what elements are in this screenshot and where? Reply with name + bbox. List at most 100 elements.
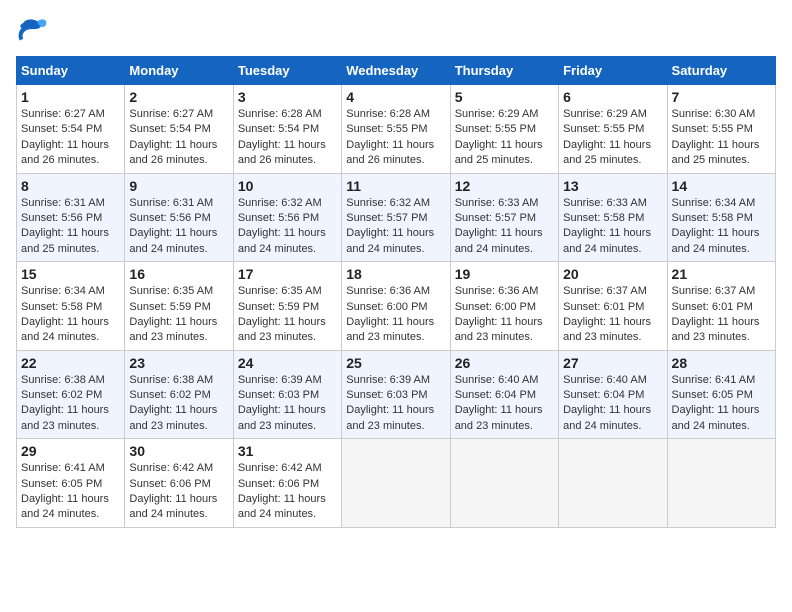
calendar-cell: 17 Sunrise: 6:35 AM Sunset: 5:59 PM Dayl… <box>233 262 341 351</box>
calendar-cell: 20 Sunrise: 6:37 AM Sunset: 6:01 PM Dayl… <box>559 262 667 351</box>
day-info: Sunrise: 6:41 AM Sunset: 6:05 PM Dayligh… <box>21 461 120 523</box>
calendar-cell: 14 Sunrise: 6:34 AM Sunset: 5:58 PM Dayl… <box>667 173 775 262</box>
day-info: Sunrise: 6:39 AM Sunset: 6:03 PM Dayligh… <box>238 373 337 435</box>
day-number: 28 <box>672 355 771 371</box>
day-info: Sunrise: 6:36 AM Sunset: 6:00 PM Dayligh… <box>346 284 445 346</box>
calendar-header-row: SundayMondayTuesdayWednesdayThursdayFrid… <box>17 57 776 85</box>
day-info: Sunrise: 6:37 AM Sunset: 6:01 PM Dayligh… <box>672 284 771 346</box>
day-number: 11 <box>346 178 445 194</box>
day-info: Sunrise: 6:40 AM Sunset: 6:04 PM Dayligh… <box>455 373 554 435</box>
day-header-monday: Monday <box>125 57 233 85</box>
day-number: 6 <box>563 89 662 105</box>
day-info: Sunrise: 6:36 AM Sunset: 6:00 PM Dayligh… <box>455 284 554 346</box>
day-number: 18 <box>346 266 445 282</box>
calendar-cell: 21 Sunrise: 6:37 AM Sunset: 6:01 PM Dayl… <box>667 262 775 351</box>
day-number: 9 <box>129 178 228 194</box>
day-number: 13 <box>563 178 662 194</box>
calendar-cell: 23 Sunrise: 6:38 AM Sunset: 6:02 PM Dayl… <box>125 350 233 439</box>
day-number: 2 <box>129 89 228 105</box>
calendar-cell: 8 Sunrise: 6:31 AM Sunset: 5:56 PM Dayli… <box>17 173 125 262</box>
day-number: 22 <box>21 355 120 371</box>
day-info: Sunrise: 6:42 AM Sunset: 6:06 PM Dayligh… <box>238 461 337 523</box>
calendar-cell: 10 Sunrise: 6:32 AM Sunset: 5:56 PM Dayl… <box>233 173 341 262</box>
day-number: 29 <box>21 443 120 459</box>
calendar-cell: 2 Sunrise: 6:27 AM Sunset: 5:54 PM Dayli… <box>125 85 233 174</box>
day-number: 19 <box>455 266 554 282</box>
day-number: 3 <box>238 89 337 105</box>
day-info: Sunrise: 6:27 AM Sunset: 5:54 PM Dayligh… <box>21 107 120 169</box>
day-info: Sunrise: 6:39 AM Sunset: 6:03 PM Dayligh… <box>346 373 445 435</box>
calendar-cell <box>667 439 775 528</box>
day-number: 12 <box>455 178 554 194</box>
calendar-cell <box>559 439 667 528</box>
calendar-cell: 29 Sunrise: 6:41 AM Sunset: 6:05 PM Dayl… <box>17 439 125 528</box>
day-info: Sunrise: 6:33 AM Sunset: 5:57 PM Dayligh… <box>455 196 554 258</box>
calendar-cell: 5 Sunrise: 6:29 AM Sunset: 5:55 PM Dayli… <box>450 85 558 174</box>
calendar-cell: 3 Sunrise: 6:28 AM Sunset: 5:54 PM Dayli… <box>233 85 341 174</box>
calendar-cell: 22 Sunrise: 6:38 AM Sunset: 6:02 PM Dayl… <box>17 350 125 439</box>
day-number: 10 <box>238 178 337 194</box>
calendar-cell: 31 Sunrise: 6:42 AM Sunset: 6:06 PM Dayl… <box>233 439 341 528</box>
day-info: Sunrise: 6:34 AM Sunset: 5:58 PM Dayligh… <box>21 284 120 346</box>
day-info: Sunrise: 6:35 AM Sunset: 5:59 PM Dayligh… <box>238 284 337 346</box>
calendar-cell: 7 Sunrise: 6:30 AM Sunset: 5:55 PM Dayli… <box>667 85 775 174</box>
day-info: Sunrise: 6:29 AM Sunset: 5:55 PM Dayligh… <box>455 107 554 169</box>
calendar-cell: 18 Sunrise: 6:36 AM Sunset: 6:00 PM Dayl… <box>342 262 450 351</box>
calendar-cell: 13 Sunrise: 6:33 AM Sunset: 5:58 PM Dayl… <box>559 173 667 262</box>
calendar-cell: 15 Sunrise: 6:34 AM Sunset: 5:58 PM Dayl… <box>17 262 125 351</box>
calendar-week-2: 8 Sunrise: 6:31 AM Sunset: 5:56 PM Dayli… <box>17 173 776 262</box>
day-header-saturday: Saturday <box>667 57 775 85</box>
day-number: 26 <box>455 355 554 371</box>
day-info: Sunrise: 6:28 AM Sunset: 5:54 PM Dayligh… <box>238 107 337 169</box>
day-number: 27 <box>563 355 662 371</box>
day-info: Sunrise: 6:32 AM Sunset: 5:56 PM Dayligh… <box>238 196 337 258</box>
day-info: Sunrise: 6:38 AM Sunset: 6:02 PM Dayligh… <box>129 373 228 435</box>
day-number: 20 <box>563 266 662 282</box>
day-info: Sunrise: 6:30 AM Sunset: 5:55 PM Dayligh… <box>672 107 771 169</box>
calendar-week-4: 22 Sunrise: 6:38 AM Sunset: 6:02 PM Dayl… <box>17 350 776 439</box>
calendar-body: 1 Sunrise: 6:27 AM Sunset: 5:54 PM Dayli… <box>17 85 776 528</box>
day-number: 21 <box>672 266 771 282</box>
day-info: Sunrise: 6:31 AM Sunset: 5:56 PM Dayligh… <box>21 196 120 258</box>
day-info: Sunrise: 6:27 AM Sunset: 5:54 PM Dayligh… <box>129 107 228 169</box>
day-number: 5 <box>455 89 554 105</box>
day-info: Sunrise: 6:34 AM Sunset: 5:58 PM Dayligh… <box>672 196 771 258</box>
calendar-cell <box>450 439 558 528</box>
day-info: Sunrise: 6:42 AM Sunset: 6:06 PM Dayligh… <box>129 461 228 523</box>
day-info: Sunrise: 6:41 AM Sunset: 6:05 PM Dayligh… <box>672 373 771 435</box>
calendar-cell: 30 Sunrise: 6:42 AM Sunset: 6:06 PM Dayl… <box>125 439 233 528</box>
day-header-wednesday: Wednesday <box>342 57 450 85</box>
day-number: 15 <box>21 266 120 282</box>
day-info: Sunrise: 6:38 AM Sunset: 6:02 PM Dayligh… <box>21 373 120 435</box>
calendar-cell: 16 Sunrise: 6:35 AM Sunset: 5:59 PM Dayl… <box>125 262 233 351</box>
logo-icon <box>16 16 48 44</box>
calendar-cell: 19 Sunrise: 6:36 AM Sunset: 6:00 PM Dayl… <box>450 262 558 351</box>
day-number: 4 <box>346 89 445 105</box>
day-header-sunday: Sunday <box>17 57 125 85</box>
day-number: 25 <box>346 355 445 371</box>
calendar-cell: 1 Sunrise: 6:27 AM Sunset: 5:54 PM Dayli… <box>17 85 125 174</box>
day-info: Sunrise: 6:40 AM Sunset: 6:04 PM Dayligh… <box>563 373 662 435</box>
day-number: 30 <box>129 443 228 459</box>
day-number: 8 <box>21 178 120 194</box>
day-header-friday: Friday <box>559 57 667 85</box>
day-info: Sunrise: 6:35 AM Sunset: 5:59 PM Dayligh… <box>129 284 228 346</box>
page-header <box>16 16 776 44</box>
day-number: 14 <box>672 178 771 194</box>
calendar-cell <box>342 439 450 528</box>
calendar-cell: 12 Sunrise: 6:33 AM Sunset: 5:57 PM Dayl… <box>450 173 558 262</box>
day-number: 17 <box>238 266 337 282</box>
calendar-table: SundayMondayTuesdayWednesdayThursdayFrid… <box>16 56 776 528</box>
day-info: Sunrise: 6:33 AM Sunset: 5:58 PM Dayligh… <box>563 196 662 258</box>
day-number: 31 <box>238 443 337 459</box>
day-number: 24 <box>238 355 337 371</box>
day-info: Sunrise: 6:32 AM Sunset: 5:57 PM Dayligh… <box>346 196 445 258</box>
logo <box>16 16 52 44</box>
calendar-cell: 28 Sunrise: 6:41 AM Sunset: 6:05 PM Dayl… <box>667 350 775 439</box>
day-info: Sunrise: 6:29 AM Sunset: 5:55 PM Dayligh… <box>563 107 662 169</box>
calendar-cell: 11 Sunrise: 6:32 AM Sunset: 5:57 PM Dayl… <box>342 173 450 262</box>
calendar-cell: 24 Sunrise: 6:39 AM Sunset: 6:03 PM Dayl… <box>233 350 341 439</box>
day-header-thursday: Thursday <box>450 57 558 85</box>
day-number: 23 <box>129 355 228 371</box>
day-number: 1 <box>21 89 120 105</box>
